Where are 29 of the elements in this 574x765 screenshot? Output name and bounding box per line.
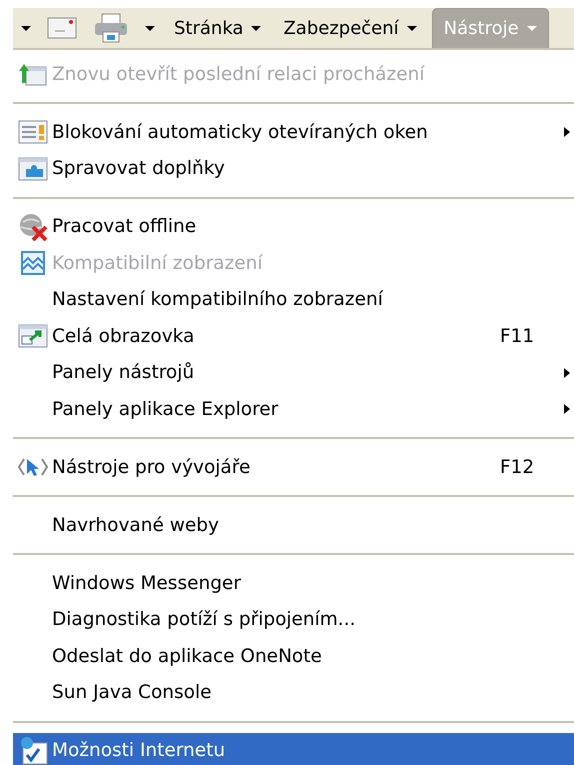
- dropdown-arrow-icon[interactable]: [21, 26, 31, 30]
- menu-item[interactable]: Panely nástrojů: [13, 354, 574, 391]
- warning-window-icon: [18, 120, 48, 144]
- menu-item[interactable]: Nástroje pro vývojáře F12: [13, 449, 574, 486]
- menu-item[interactable]: Odeslat do aplikace OneNote: [13, 638, 574, 674]
- menu-item[interactable]: Možnosti Internetu: [13, 732, 574, 765]
- menu-item[interactable]: Windows Messenger: [13, 565, 574, 602]
- menu-button[interactable]: Stránka: [163, 8, 272, 48]
- menu-item[interactable]: Navrhované weby: [13, 507, 574, 544]
- caret-icon: [526, 26, 537, 31]
- menu-button[interactable]: Zabezpečení: [272, 8, 428, 48]
- printer-icon[interactable]: [93, 13, 129, 43]
- globe-cross-icon: [18, 212, 48, 241]
- menu-item[interactable]: Nastavení kompatibilního zobrazení: [13, 282, 574, 318]
- menu-item[interactable]: Panely aplikace Explorer: [13, 391, 574, 428]
- envelope-icon[interactable]: [47, 17, 77, 39]
- menu-item[interactable]: Sun Java Console: [13, 674, 574, 711]
- puzzle-window-icon: [18, 156, 48, 181]
- fullscreen-icon: [18, 324, 48, 348]
- menu-item[interactable]: Spravovat doplňky: [13, 150, 574, 187]
- broken-page-icon: [20, 250, 46, 276]
- dropdown-arrow-icon[interactable]: [145, 26, 155, 30]
- menu-item[interactable]: Pracovat offline: [13, 208, 574, 245]
- cursor-brackets-icon: [18, 456, 48, 478]
- menu-item[interactable]: Blokování automaticky otevíraných oken: [13, 114, 574, 150]
- caret-icon: [251, 26, 262, 30]
- menu-item[interactable]: Celá obrazovka F11: [13, 318, 574, 354]
- caret-icon: [406, 26, 417, 30]
- menu-item[interactable]: Diagnostika potíží s připojením...: [13, 602, 574, 638]
